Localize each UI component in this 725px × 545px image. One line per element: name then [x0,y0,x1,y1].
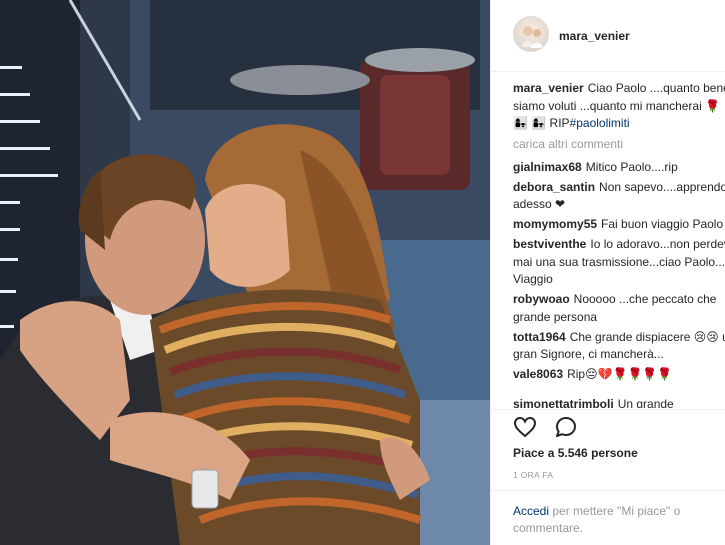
comment-item: bestviventheIo lo adoravo...non perdevo … [513,236,725,289]
comment-icon[interactable] [554,415,580,441]
heart-icon[interactable] [513,415,539,441]
post-photo [0,0,490,545]
comment-username[interactable]: momymomy55 [513,217,597,231]
comments-list: mara_venierCiao Paolo ....quanto bene ci… [513,80,725,405]
comment-username[interactable]: gialnimax68 [513,160,582,174]
comment-text: Mitico Paolo....rip [585,159,678,174]
caption-line2: 👩‍👧 👩‍👧 RIP [513,116,570,130]
comment-text: Fai buon viaggio Paolo [601,217,724,231]
comment-text: Rip😔💔🌹🌹🌹🌹 [567,367,673,381]
avatar[interactable] [513,16,549,52]
login-prompt: Accedi per mettere "Mi piace" o commenta… [513,503,713,537]
comment-item: vale8063 Rip😔💔🌹🌹🌹🌹 [513,366,725,384]
post-actions [513,415,592,441]
comment-username[interactable]: vale8063 [513,367,563,381]
comment-item-cut: simonettatrimboliUn grande dispiacere [513,396,725,408]
comment-item: debora_santinNon sapevo....apprendo solo… [513,179,725,214]
post-time: 1 ORA FA [513,470,554,480]
divider [491,490,725,491]
caption-username[interactable]: mara_venier [513,81,584,95]
post-header: mara_venier [491,0,725,72]
avatar-image [522,26,543,48]
login-link[interactable]: Accedi [513,504,549,518]
header-username[interactable]: mara_venier [559,29,630,43]
comment-username[interactable]: bestviventhe [513,237,586,251]
comment-username[interactable]: totta1964 [513,330,566,344]
caption: mara_venierCiao Paolo ....quanto bene ci… [513,80,725,133]
photo-illustration [0,0,490,545]
hashtag-link[interactable]: #paololimiti [570,116,630,130]
comment-item: momymomy55 Fai buon viaggio Paolo [513,216,725,234]
comment-item: totta1964 Che grande dispiacere 😢😢 un gra… [513,329,725,364]
comment-username[interactable]: simonettatrimboli [513,397,614,408]
post-side-panel: mara_venier mara_venier Ciao Paolo ....qu… [490,0,725,545]
likes-count[interactable]: Piace a 5.546 persone [513,446,638,460]
comment-item: robywoao Nooooo ...che peccato che grande… [513,291,725,326]
comment-username[interactable]: debora_santin [513,180,595,194]
comment-username[interactable]: robywoao [513,292,570,306]
divider [491,409,725,410]
load-more-comments[interactable]: carica altri commenti [513,137,725,151]
comment-item: gialnimax68 Mitico Paolo....rip [513,159,725,177]
